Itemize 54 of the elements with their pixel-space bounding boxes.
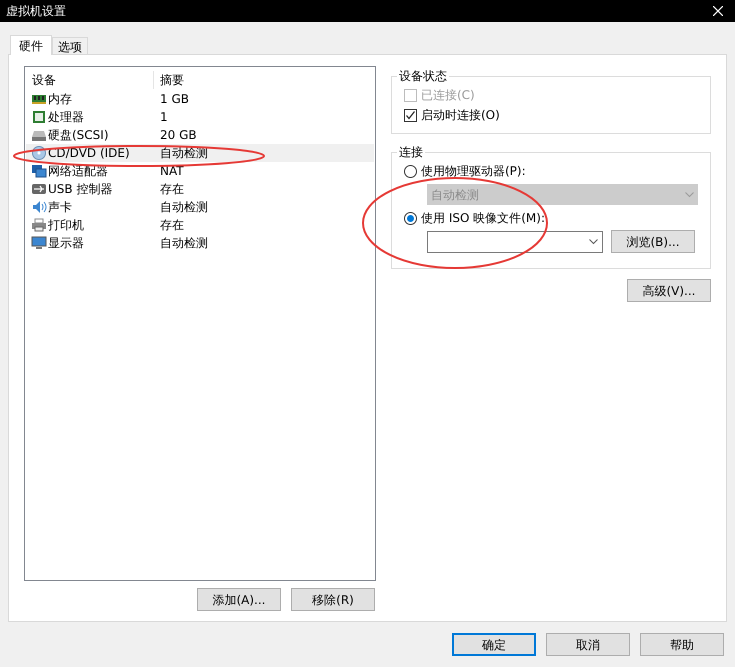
chevron-down-icon	[685, 192, 694, 198]
device-name: 打印机	[48, 217, 84, 234]
device-name: USB 控制器	[48, 181, 112, 198]
printer-icon	[31, 218, 47, 232]
device-action-button[interactable]: 移除(R)	[291, 588, 375, 611]
device-name: 声卡	[48, 199, 72, 216]
device-row[interactable]: 打印机 存在	[26, 216, 374, 234]
tab[interactable]: 选项	[52, 37, 88, 54]
radio-button[interactable]	[404, 212, 417, 224]
device-row[interactable]: USB 控制器 存在	[26, 180, 374, 198]
checkbox-label: 已连接(C)	[421, 87, 475, 104]
device-summary: 自动检测	[159, 235, 208, 252]
processor-icon	[31, 110, 47, 124]
column-header[interactable]: 设备	[26, 71, 154, 89]
hard-disk-icon	[31, 128, 47, 142]
window-title: 虚拟机设置	[6, 3, 66, 20]
device-row[interactable]: 处理器 1	[26, 108, 374, 126]
dialog-button[interactable]: 确定	[452, 633, 536, 656]
device-row[interactable]: 声卡 自动检测	[26, 198, 374, 216]
device-action-button[interactable]: 添加(A)...	[197, 588, 281, 611]
close-icon[interactable]	[713, 6, 723, 16]
memory-chip-icon	[31, 92, 47, 106]
advanced-button[interactable]: 高级(V)...	[627, 279, 711, 302]
iso-path-combobox[interactable]	[427, 230, 603, 252]
device-name: 显示器	[48, 235, 84, 252]
device-name: 硬盘(SCSI)	[48, 127, 109, 144]
usb-icon	[31, 182, 47, 196]
group-title: 设备状态	[398, 68, 448, 85]
device-summary: 存在	[159, 181, 184, 198]
device-row[interactable]: 硬盘(SCSI) 20 GB	[26, 126, 374, 144]
column-header[interactable]: 摘要	[154, 71, 184, 89]
network-monitor-icon	[31, 164, 47, 178]
radio-label: 使用 ISO 映像文件(M):	[421, 210, 545, 227]
device-row[interactable]: 内存 1 GB	[26, 90, 374, 108]
device-summary: 1 GB	[159, 91, 189, 108]
device-summary: 1	[159, 109, 168, 126]
device-name: 处理器	[48, 109, 84, 126]
group-title: 连接	[398, 144, 424, 161]
device-name: 内存	[48, 91, 72, 108]
device-row[interactable]: 显示器 自动检测	[26, 234, 374, 252]
speaker-icon	[31, 200, 47, 214]
dialog-button[interactable]: 取消	[546, 633, 630, 656]
dialog-button[interactable]: 帮助	[640, 633, 724, 656]
radio-label: 使用物理驱动器(P):	[421, 163, 526, 180]
chevron-down-icon	[589, 238, 598, 244]
device-summary: 20 GB	[159, 127, 197, 144]
tab[interactable]: 硬件	[10, 35, 52, 55]
checkbox-label: 启动时连接(O)	[421, 107, 500, 124]
checkbox[interactable]	[404, 108, 417, 122]
device-summary: NAT	[159, 163, 184, 180]
device-summary: 自动检测	[159, 199, 208, 216]
device-summary: 存在	[159, 217, 184, 234]
monitor-icon	[31, 236, 47, 250]
browse-button[interactable]: 浏览(B)...	[611, 230, 695, 253]
